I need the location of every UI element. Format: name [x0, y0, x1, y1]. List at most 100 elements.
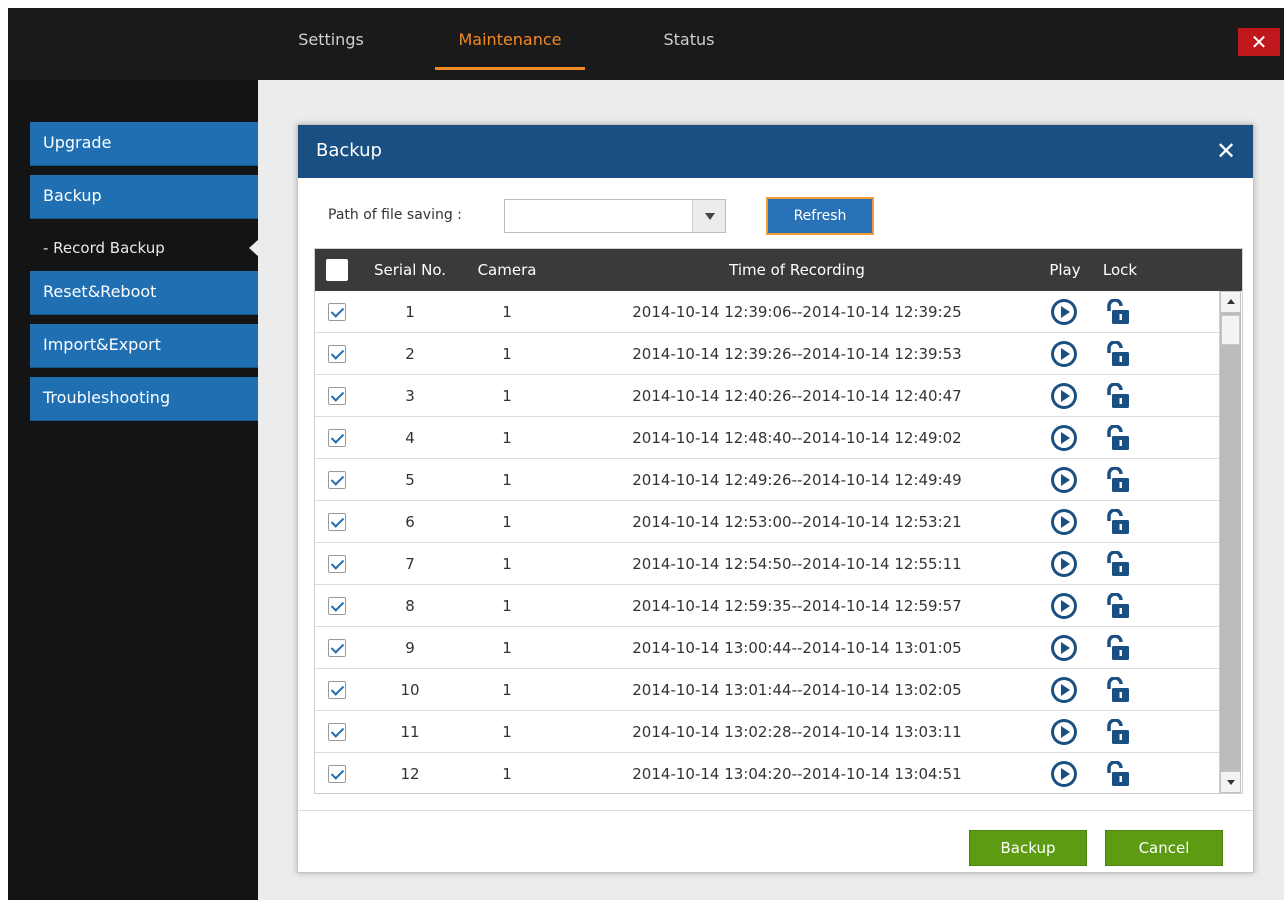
row-checkbox[interactable] — [328, 723, 346, 741]
table-row[interactable]: 4 1 2014-10-14 12:48:40--2014-10-14 12:49:… — [315, 417, 1220, 459]
row-checkbox[interactable] — [328, 429, 346, 447]
sidebar-item-reset-reboot[interactable]: Reset&Reboot — [30, 271, 258, 315]
app-window: Settings Maintenance Status ✕ Upgrade Ba… — [8, 8, 1284, 900]
time-cell: 2014-10-14 13:01:44--2014-10-14 13:02:05 — [632, 681, 962, 699]
table-row[interactable]: 1 1 2014-10-14 12:39:06--2014-10-14 12:39:… — [315, 291, 1220, 333]
play-icon[interactable] — [1051, 635, 1077, 661]
play-icon[interactable] — [1051, 299, 1077, 325]
scroll-down-icon[interactable] — [1220, 771, 1241, 793]
row-checkbox[interactable] — [328, 681, 346, 699]
serial-cell: 3 — [405, 387, 415, 405]
camera-cell: 1 — [502, 765, 512, 783]
sidebar-item-record-backup[interactable]: - Record Backup — [30, 228, 259, 268]
dialog-close-button[interactable]: ✕ — [1213, 137, 1239, 165]
table-row[interactable]: 3 1 2014-10-14 12:40:26--2014-10-14 12:40:… — [315, 375, 1220, 417]
selected-pointer-icon — [249, 239, 259, 257]
serial-cell: 7 — [405, 555, 415, 573]
serial-cell: 2 — [405, 345, 415, 363]
time-cell: 2014-10-14 12:54:50--2014-10-14 12:55:11 — [632, 555, 962, 573]
table-row[interactable]: 7 1 2014-10-14 12:54:50--2014-10-14 12:55:… — [315, 543, 1220, 585]
serial-cell: 6 — [405, 513, 415, 531]
unlock-icon[interactable] — [1103, 424, 1133, 451]
play-icon[interactable] — [1051, 761, 1077, 787]
row-checkbox[interactable] — [328, 303, 346, 321]
scroll-up-icon[interactable] — [1220, 291, 1241, 313]
unlock-icon[interactable] — [1103, 508, 1133, 535]
serial-cell: 5 — [405, 471, 415, 489]
refresh-button[interactable]: Refresh — [766, 197, 874, 235]
play-icon[interactable] — [1051, 341, 1077, 367]
camera-cell: 1 — [502, 345, 512, 363]
row-checkbox[interactable] — [328, 765, 346, 783]
play-icon[interactable] — [1051, 551, 1077, 577]
camera-cell: 1 — [502, 681, 512, 699]
unlock-icon[interactable] — [1103, 466, 1133, 493]
row-checkbox[interactable] — [328, 471, 346, 489]
table-row[interactable]: 2 1 2014-10-14 12:39:26--2014-10-14 12:39:… — [315, 333, 1220, 375]
sidebar-item-import-export[interactable]: Import&Export — [30, 324, 258, 368]
sidebar-item-troubleshooting[interactable]: Troubleshooting — [30, 377, 258, 421]
camera-cell: 1 — [502, 723, 512, 741]
play-icon[interactable] — [1051, 509, 1077, 535]
sidebar-item-label: - Record Backup — [43, 239, 165, 257]
table-scrollbar[interactable] — [1219, 291, 1241, 793]
table-body: 1 1 2014-10-14 12:39:06--2014-10-14 12:39:… — [315, 291, 1220, 793]
camera-cell: 1 — [502, 303, 512, 321]
backup-button[interactable]: Backup — [969, 830, 1087, 866]
column-header-lock: Lock — [1102, 261, 1138, 279]
unlock-icon[interactable] — [1103, 382, 1133, 409]
sidebar: Upgrade Backup - Record Backup Reset&Reb… — [8, 80, 259, 900]
row-checkbox[interactable] — [328, 345, 346, 363]
play-icon[interactable] — [1051, 425, 1077, 451]
serial-cell: 4 — [405, 429, 415, 447]
table-row[interactable]: 10 1 2014-10-14 13:01:44--2014-10-14 13:02… — [315, 669, 1220, 711]
unlock-icon[interactable] — [1103, 592, 1133, 619]
top-nav-bar: Settings Maintenance Status ✕ — [8, 8, 1284, 80]
serial-cell: 8 — [405, 597, 415, 615]
play-icon[interactable] — [1051, 677, 1077, 703]
table-row[interactable]: 12 1 2014-10-14 13:04:20--2014-10-14 13:04… — [315, 753, 1220, 793]
unlock-icon[interactable] — [1103, 298, 1133, 325]
unlock-icon[interactable] — [1103, 760, 1133, 787]
play-icon[interactable] — [1051, 467, 1077, 493]
row-checkbox[interactable] — [328, 639, 346, 657]
table-row[interactable]: 5 1 2014-10-14 12:49:26--2014-10-14 12:49:… — [315, 459, 1220, 501]
row-checkbox[interactable] — [328, 555, 346, 573]
time-cell: 2014-10-14 13:02:28--2014-10-14 13:03:11 — [632, 723, 962, 741]
unlock-icon[interactable] — [1103, 676, 1133, 703]
camera-cell: 1 — [502, 513, 512, 531]
column-header-serial: Serial No. — [373, 261, 447, 279]
table-header: Serial No. Camera Time of Recording Play… — [315, 249, 1242, 291]
unlock-icon[interactable] — [1103, 550, 1133, 577]
table-row[interactable]: 9 1 2014-10-14 13:00:44--2014-10-14 13:01:… — [315, 627, 1220, 669]
row-checkbox[interactable] — [328, 597, 346, 615]
chevron-down-icon[interactable] — [692, 200, 725, 232]
scrollbar-thumb[interactable] — [1221, 315, 1240, 345]
camera-cell: 1 — [502, 429, 512, 447]
row-checkbox[interactable] — [328, 513, 346, 531]
camera-cell: 1 — [502, 597, 512, 615]
serial-cell: 11 — [400, 723, 420, 741]
path-of-file-saving-label: Path of file saving : — [328, 207, 462, 223]
cancel-button[interactable]: Cancel — [1105, 830, 1223, 866]
unlock-icon[interactable] — [1103, 718, 1133, 745]
play-icon[interactable] — [1051, 593, 1077, 619]
tab-maintenance[interactable]: Maintenance — [435, 8, 585, 80]
tab-settings[interactable]: Settings — [288, 8, 374, 80]
table-row[interactable]: 11 1 2014-10-14 13:02:28--2014-10-14 13:03… — [315, 711, 1220, 753]
select-all-checkbox[interactable] — [326, 259, 348, 281]
tab-status[interactable]: Status — [648, 8, 730, 80]
dialog-title: Backup — [316, 140, 382, 161]
path-select[interactable] — [504, 199, 726, 233]
unlock-icon[interactable] — [1103, 634, 1133, 661]
unlock-icon[interactable] — [1103, 340, 1133, 367]
play-icon[interactable] — [1051, 383, 1077, 409]
play-icon[interactable] — [1051, 719, 1077, 745]
row-checkbox[interactable] — [328, 387, 346, 405]
table-row[interactable]: 6 1 2014-10-14 12:53:00--2014-10-14 12:53:… — [315, 501, 1220, 543]
table-row[interactable]: 8 1 2014-10-14 12:59:35--2014-10-14 12:59:… — [315, 585, 1220, 627]
app-close-button[interactable]: ✕ — [1238, 28, 1280, 56]
sidebar-item-upgrade[interactable]: Upgrade — [30, 122, 258, 166]
sidebar-item-backup[interactable]: Backup — [30, 175, 258, 219]
serial-cell: 1 — [405, 303, 415, 321]
